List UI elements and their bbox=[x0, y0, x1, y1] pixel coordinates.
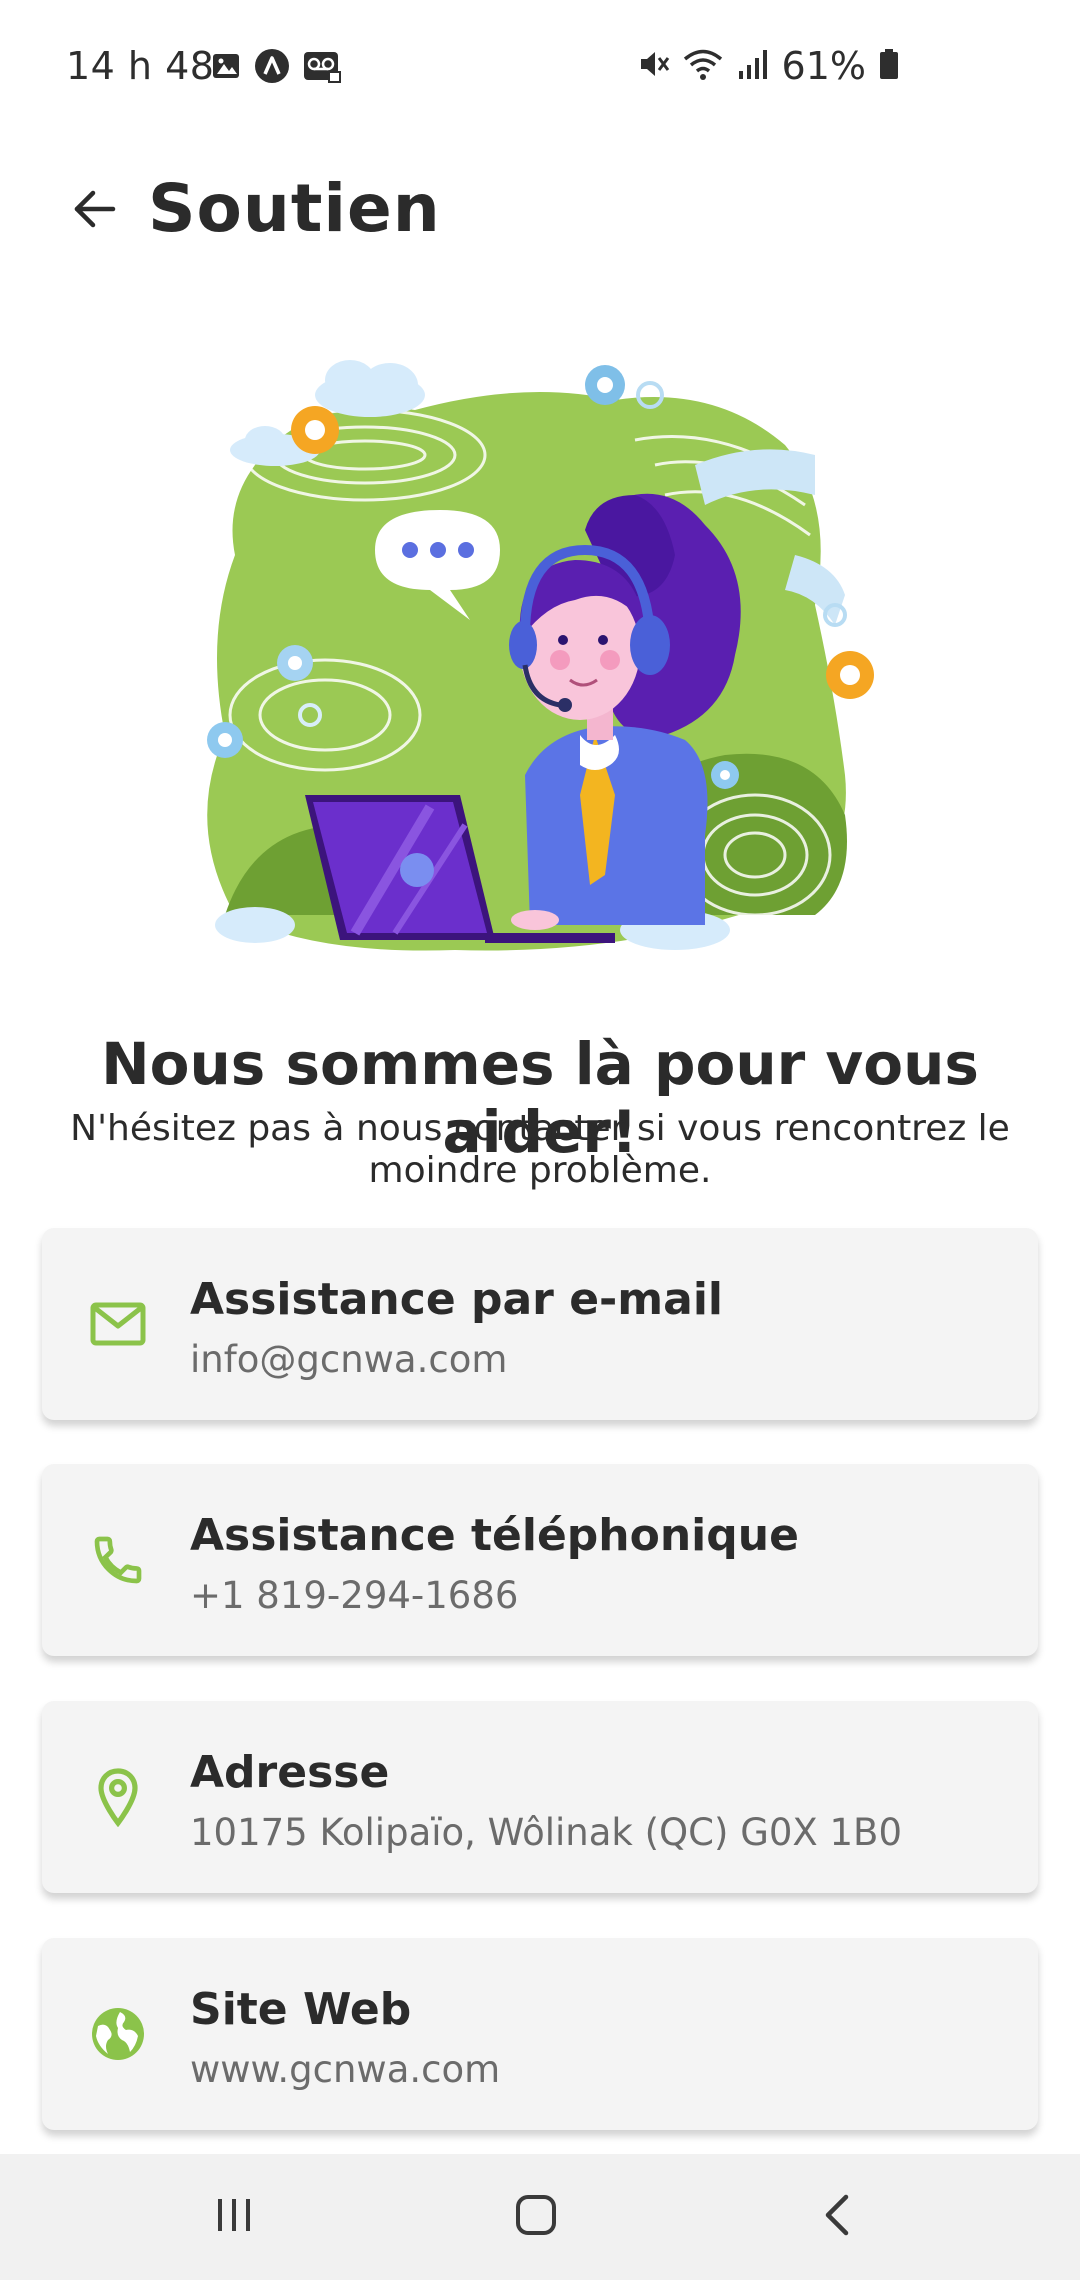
phone-icon bbox=[84, 1526, 152, 1594]
email-support-card[interactable]: Assistance par e-mail info@gcnwa.com bbox=[42, 1228, 1038, 1420]
app-logo-icon bbox=[254, 48, 290, 88]
status-left-icons bbox=[210, 48, 342, 88]
address-card[interactable]: Adresse 10175 Kolipaïo, Wôlinak (QC) G0X… bbox=[42, 1701, 1038, 1893]
phone-value: +1 819-294-1686 bbox=[190, 1574, 519, 1617]
page-title: Soutien bbox=[148, 170, 441, 247]
gallery-icon bbox=[210, 50, 242, 86]
card-title: Site Web bbox=[190, 1984, 412, 2035]
app-bar: Soutien bbox=[0, 150, 1080, 270]
status-bar: 14 h 48 61% bbox=[0, 0, 1080, 135]
card-title: Adresse bbox=[190, 1747, 390, 1798]
status-time: 14 h 48 bbox=[66, 44, 215, 88]
mute-icon bbox=[636, 47, 670, 85]
arrow-left-icon bbox=[71, 185, 119, 237]
status-right: 61% bbox=[636, 44, 900, 88]
globe-icon bbox=[84, 2000, 152, 2068]
email-value: info@gcnwa.com bbox=[190, 1338, 508, 1381]
battery-text: 61% bbox=[781, 44, 866, 88]
location-pin-icon bbox=[84, 1763, 152, 1831]
recent-apps-button[interactable] bbox=[194, 2184, 274, 2250]
website-value: www.gcnwa.com bbox=[190, 2048, 501, 2091]
wifi-icon bbox=[682, 47, 724, 85]
back-icon bbox=[818, 2193, 858, 2241]
recent-apps-icon bbox=[212, 2195, 256, 2239]
voicemail-icon bbox=[302, 49, 342, 87]
phone-support-card[interactable]: Assistance téléphonique +1 819-294-1686 bbox=[42, 1464, 1038, 1656]
card-title: Assistance par e-mail bbox=[190, 1274, 724, 1325]
system-nav-bar bbox=[0, 2154, 1080, 2280]
address-value: 10175 Kolipaïo, Wôlinak (QC) G0X 1B0 bbox=[190, 1811, 902, 1854]
battery-icon bbox=[878, 47, 900, 85]
website-card[interactable]: Site Web www.gcnwa.com bbox=[42, 1938, 1038, 2130]
back-button[interactable] bbox=[62, 178, 128, 244]
signal-icon bbox=[736, 47, 770, 85]
card-title: Assistance téléphonique bbox=[190, 1510, 799, 1561]
home-icon bbox=[514, 2193, 558, 2241]
home-button[interactable] bbox=[496, 2184, 576, 2250]
mail-icon bbox=[84, 1290, 152, 1358]
system-back-button[interactable] bbox=[798, 2184, 878, 2250]
support-illustration bbox=[195, 355, 895, 965]
subheadline: N'hésitez pas à nous contacter si vous r… bbox=[70, 1108, 1010, 1191]
